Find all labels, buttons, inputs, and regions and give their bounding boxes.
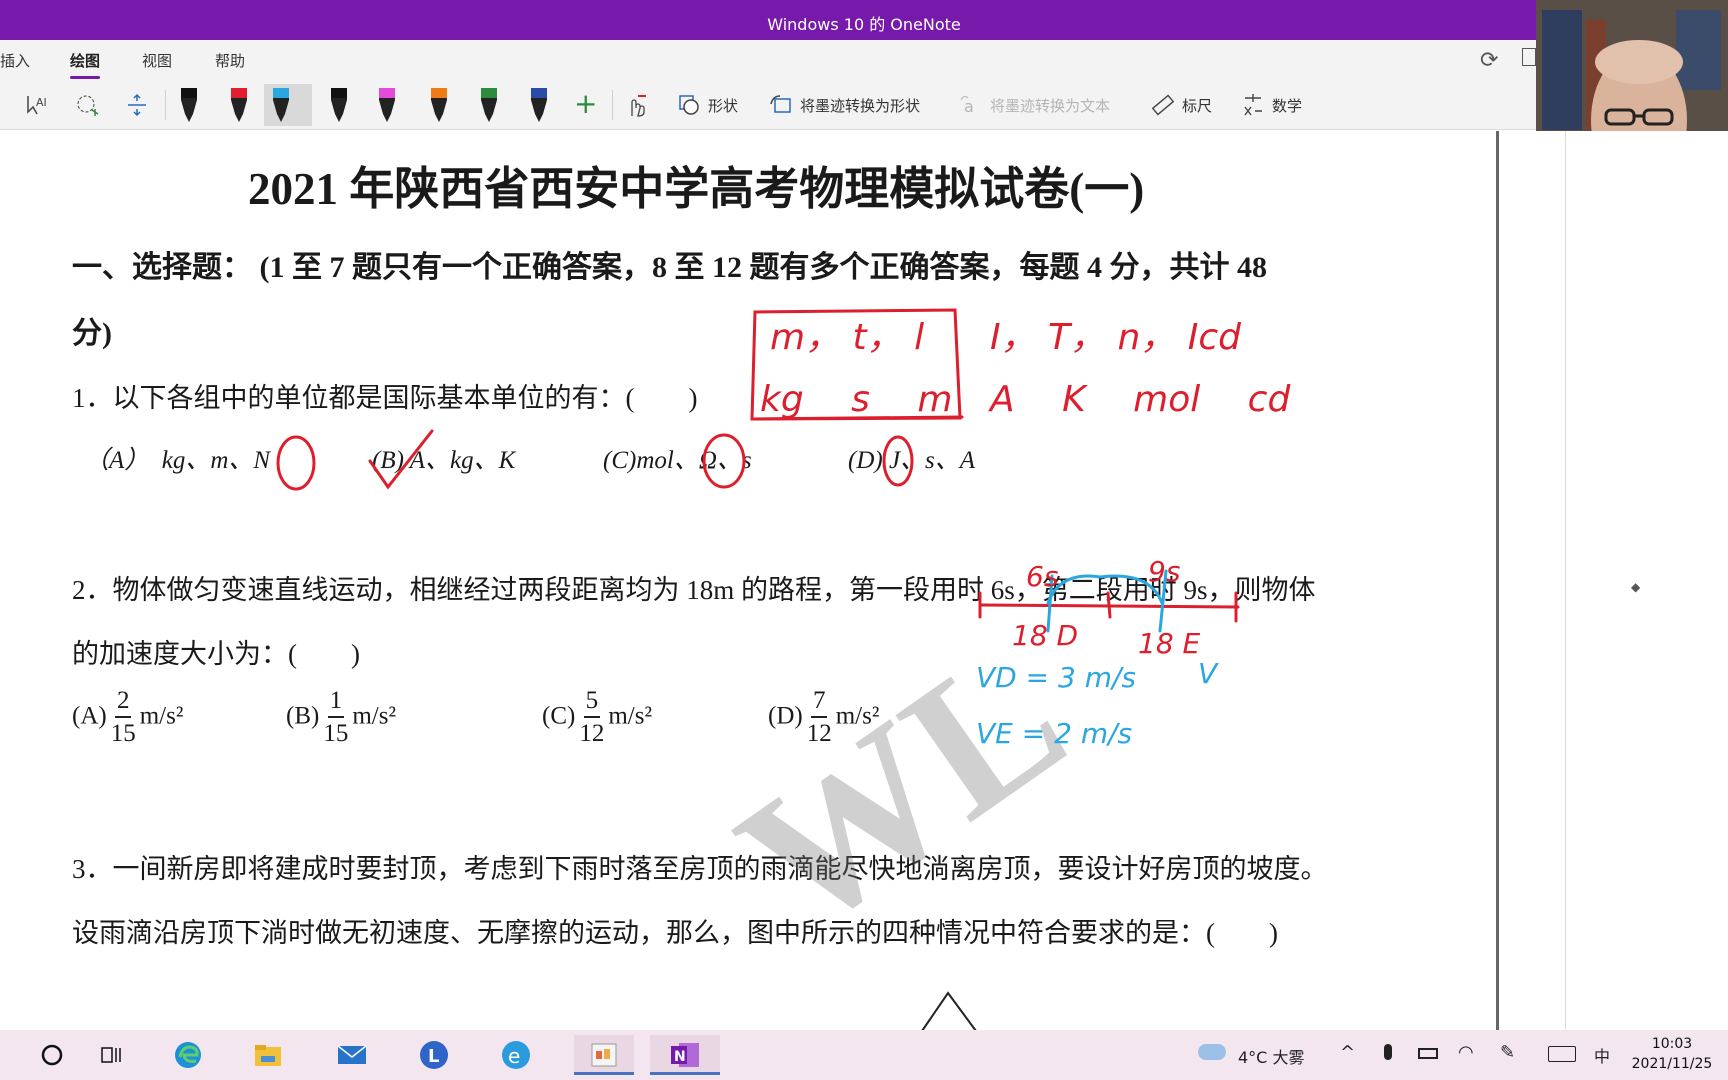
clock-time: 10:03 bbox=[1651, 1036, 1693, 1052]
ink-to-text-button[interactable]: a 将墨迹转换为文本 bbox=[958, 86, 1110, 124]
ime-indicator[interactable]: 中 bbox=[1594, 1043, 1610, 1067]
ink-box-row1: m， t， l bbox=[770, 317, 924, 358]
ink-box-row2: kg s m bbox=[760, 379, 952, 420]
keyboard-icon[interactable] bbox=[1548, 1046, 1576, 1062]
shapes-button[interactable]: 形状 bbox=[676, 86, 738, 124]
tab-help[interactable]: 帮助 bbox=[215, 50, 245, 71]
ink-to-shape-button[interactable]: 将墨迹转换为形状 bbox=[768, 86, 920, 124]
ink-circle-c bbox=[702, 433, 746, 489]
ribbon-tabs: 插入 绘图 视图 帮助 ⟳ bbox=[0, 40, 1728, 80]
add-space-icon[interactable] bbox=[124, 86, 150, 124]
edge-browser-icon[interactable] bbox=[166, 1035, 210, 1075]
pen-blue-galaxy-icon[interactable] bbox=[522, 84, 556, 126]
mail-icon[interactable] bbox=[330, 1035, 374, 1075]
weather-icon[interactable] bbox=[1198, 1044, 1226, 1060]
ink-check-b bbox=[368, 429, 434, 490]
ruler-button[interactable]: 标尺 bbox=[1150, 86, 1212, 124]
touch-draw-icon[interactable] bbox=[624, 86, 650, 124]
onenote-icon[interactable]: N bbox=[650, 1035, 720, 1075]
pen-blue-icon[interactable] bbox=[264, 84, 312, 126]
math-button[interactable]: 数学 bbox=[1240, 86, 1302, 124]
lasso-type-select-icon[interactable]: AI bbox=[24, 86, 50, 124]
pen-black-icon[interactable] bbox=[172, 84, 206, 126]
ink-diagram-v: V bbox=[1198, 657, 1219, 690]
ink-row1-rest: I， T， n， Icd bbox=[990, 317, 1242, 358]
ruler-label: 标尺 bbox=[1182, 96, 1213, 115]
presentation-app-icon[interactable] bbox=[574, 1035, 634, 1075]
ink-diagram-right-time: 9s bbox=[1148, 555, 1180, 588]
ink-diagram-left-time: 6s bbox=[1026, 560, 1058, 593]
svg-text:N: N bbox=[674, 1049, 686, 1065]
pen-green-galaxy-icon[interactable] bbox=[472, 84, 506, 126]
title-bar: Windows 10 的 OneNote bbox=[0, 0, 1728, 40]
ink-layer: m， t， l kg s m I， T， n， Icd A K mol cd 6… bbox=[276, 308, 1291, 750]
svg-text:AI: AI bbox=[36, 96, 47, 109]
lync-app-icon[interactable]: L bbox=[412, 1035, 456, 1075]
shapes-label: 形状 bbox=[708, 96, 739, 115]
tab-view[interactable]: 视图 bbox=[142, 50, 172, 71]
file-explorer-icon[interactable] bbox=[246, 1035, 290, 1075]
tab-insert[interactable]: 插入 bbox=[0, 50, 30, 71]
drawing-toolbar: AI + 形状 将墨迹转换为形状 a 将墨迹转换为文本 标尺 数学 bbox=[0, 80, 1728, 130]
battery-icon[interactable] bbox=[1418, 1048, 1438, 1059]
ink-ve: VE = 2 m/s bbox=[976, 717, 1132, 750]
window-title: Windows 10 的 OneNote bbox=[767, 15, 961, 34]
ink-to-shape-label: 将墨迹转换为形状 bbox=[800, 96, 921, 115]
tab-draw[interactable]: 绘图 bbox=[70, 50, 101, 79]
weather-text[interactable]: 4°C 大雾 bbox=[1238, 1044, 1304, 1068]
cortana-icon[interactable] bbox=[30, 1035, 74, 1075]
clock[interactable]: 10:03 2021/11/25 bbox=[1620, 1034, 1724, 1074]
taskbar: L e N 4°C 大雾 ^ ◠ ✎ 中 bbox=[0, 1030, 1728, 1080]
ie-browser-icon[interactable]: e bbox=[494, 1035, 538, 1075]
ink-diagram-left-dist: 18 D bbox=[1012, 619, 1078, 652]
svg-text:a: a bbox=[964, 97, 974, 116]
wifi-icon[interactable]: ◠ bbox=[1458, 1042, 1474, 1063]
add-pen-icon[interactable]: + bbox=[574, 84, 597, 122]
microphone-icon[interactable] bbox=[1384, 1044, 1392, 1060]
pen-red-icon[interactable] bbox=[222, 84, 256, 126]
cursor-mark: ◆ bbox=[1631, 580, 1641, 594]
ink-vd: VD = 3 m/s bbox=[976, 661, 1136, 694]
sync-icon[interactable]: ⟳ bbox=[1480, 48, 1498, 73]
pen-orange-galaxy-icon[interactable] bbox=[422, 84, 456, 126]
ink-to-text-label: 将墨迹转换为文本 bbox=[990, 96, 1111, 115]
clock-date: 2021/11/25 bbox=[1631, 1056, 1713, 1072]
svg-text:L: L bbox=[428, 1046, 439, 1067]
task-view-icon[interactable] bbox=[90, 1035, 134, 1075]
page-margin-area: ◆ bbox=[1499, 131, 1728, 1031]
note-page[interactable]: 2021 年陕西省西安中学高考物理模拟试卷(一) 一、选择题： (1 至 7 题… bbox=[0, 131, 1496, 1032]
fullpage-icon[interactable] bbox=[1522, 48, 1536, 66]
ink-circle-a bbox=[276, 435, 316, 491]
lasso-select-icon[interactable] bbox=[74, 86, 100, 124]
ink-circle-d bbox=[882, 435, 914, 487]
pen-workspace-icon[interactable]: ✎ bbox=[1500, 1042, 1515, 1063]
pen-black-2-icon[interactable] bbox=[322, 84, 356, 126]
chevron-up-icon[interactable]: ^ bbox=[1340, 1042, 1355, 1063]
svg-text:e: e bbox=[508, 1044, 520, 1068]
highlighter-magenta-icon[interactable] bbox=[370, 84, 410, 126]
ink-row2-rest: A K mol cd bbox=[988, 379, 1291, 420]
math-label: 数学 bbox=[1272, 96, 1303, 115]
ink-diagram-right-dist: 18 E bbox=[1138, 627, 1201, 660]
